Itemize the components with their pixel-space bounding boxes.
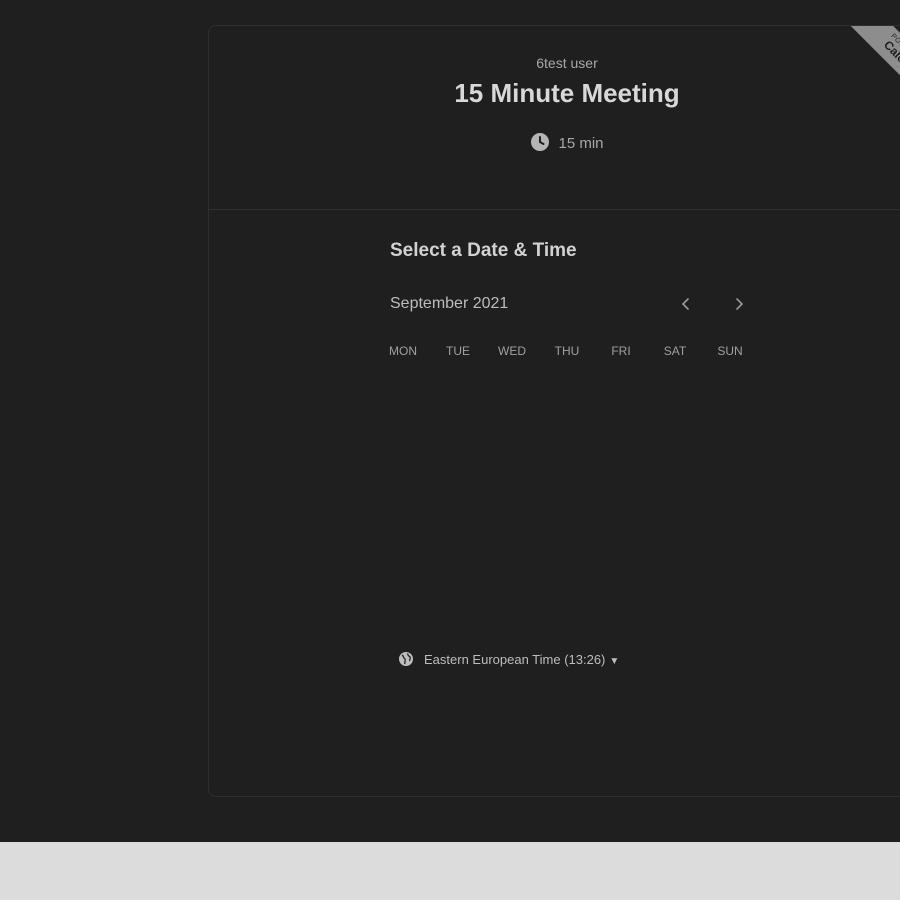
weekday-thu: THU xyxy=(554,344,580,358)
chevron-left-icon xyxy=(681,298,689,310)
weekday-header: MON TUE WED THU FRI SAT SUN xyxy=(376,344,756,360)
calendly-ribbon[interactable]: POWERED BY Calendly xyxy=(837,26,900,127)
timezone-selector[interactable]: Eastern European Time (13:26) ▼ xyxy=(398,651,619,667)
select-date-heading: Select a Date & Time xyxy=(390,240,577,261)
calendly-brand: Calendly xyxy=(880,37,900,84)
event-duration: 15 min xyxy=(209,132,900,152)
weekday-fri: FRI xyxy=(611,344,631,358)
clock-icon xyxy=(530,132,550,152)
organizer-name: 6test user xyxy=(536,55,598,71)
current-month: September 2021 xyxy=(390,295,509,312)
weekday-mon: MON xyxy=(389,344,417,358)
weekday-sun: SUN xyxy=(717,344,743,358)
globe-icon xyxy=(398,651,414,667)
next-month-button[interactable] xyxy=(727,292,751,316)
event-header: 6test user 15 Minute Meeting 15 min xyxy=(209,26,900,210)
powered-by-ribbon[interactable]: POWERED BY Calendly xyxy=(805,26,900,128)
chevron-right-icon xyxy=(736,298,744,310)
bottom-strip xyxy=(0,842,900,900)
booking-card: 6test user 15 Minute Meeting 15 min POWE… xyxy=(208,25,900,797)
caret-down-icon: ▼ xyxy=(609,656,620,667)
event-title: 15 Minute Meeting xyxy=(454,78,680,108)
previous-month-button[interactable] xyxy=(674,292,698,316)
duration-label: 15 min xyxy=(558,135,604,152)
weekday-tue: TUE xyxy=(446,344,470,358)
weekday-sat: SAT xyxy=(663,344,687,358)
weekday-wed: WED xyxy=(498,344,526,358)
timezone-label: Eastern European Time (13:26) xyxy=(424,652,606,667)
